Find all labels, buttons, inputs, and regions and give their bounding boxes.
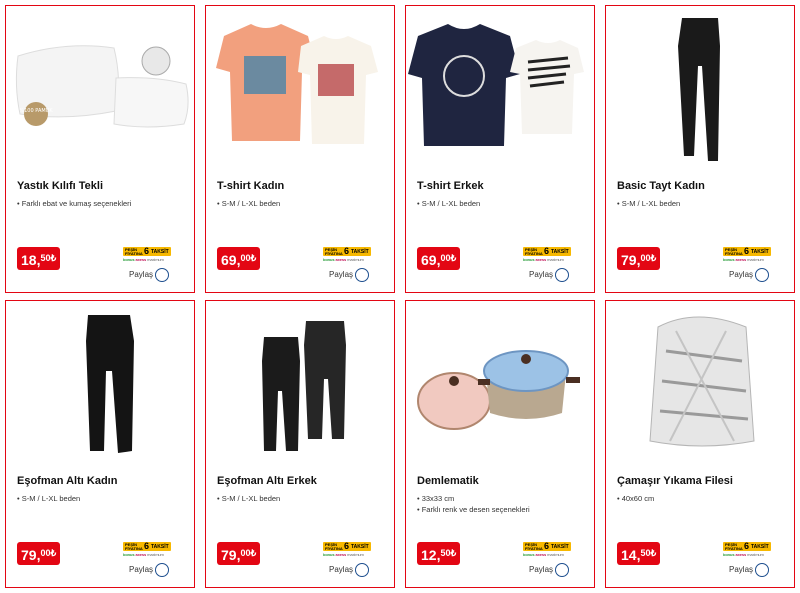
product-card[interactable]: Basic Tayt Kadın S-M / L-XL beden 79,00₺… (605, 5, 795, 293)
product-title[interactable]: T-shirt Erkek (417, 180, 484, 192)
share-circle-icon[interactable] (555, 563, 569, 577)
share-button[interactable]: Paylaş (129, 563, 169, 577)
product-image[interactable] (606, 301, 794, 461)
product-image[interactable] (406, 301, 594, 461)
product-details: 33x33 cm Farklı renk ve desen seçenekler… (417, 493, 530, 515)
product-details: Farklı ebat ve kumaş seçenekleri (17, 198, 132, 209)
product-details: 40x60 cm (617, 493, 655, 504)
share-button[interactable]: Paylaş (329, 268, 369, 282)
product-details: S-M / L-XL beden (217, 198, 281, 209)
product-details: S-M / L-XL beden (417, 198, 481, 209)
share-circle-icon[interactable] (155, 563, 169, 577)
share-circle-icon[interactable] (155, 268, 169, 282)
price-tag: 69,00₺ (417, 247, 460, 270)
product-card[interactable]: Çamaşır Yıkama Filesi 40x60 cm 14,50₺ PE… (605, 300, 795, 588)
product-detail: 33x33 cm (417, 493, 530, 504)
installment-badge: PEŞİN FİYATINA 6 TAKSİT bonus axess maxim… (723, 541, 771, 558)
share-button[interactable]: Paylaş (529, 268, 569, 282)
product-image[interactable] (6, 301, 194, 461)
product-image[interactable]: %100 PAMUK (6, 6, 194, 166)
price-tag: 79,00₺ (17, 542, 60, 565)
installment-badge: PEŞİN FİYATINA 6 TAKSİT bonus axess maxim… (323, 541, 371, 558)
product-detail: S-M / L-XL beden (617, 198, 681, 209)
product-image[interactable] (206, 6, 394, 166)
product-card[interactable]: T-shirt Kadın S-M / L-XL beden 69,00₺ PE… (205, 5, 395, 293)
product-image[interactable] (206, 301, 394, 461)
share-circle-icon[interactable] (355, 563, 369, 577)
installment-badge: PEŞİN FİYATINA 6 TAKSİT bonus axess maxim… (523, 246, 571, 263)
share-circle-icon[interactable] (755, 268, 769, 282)
installment-badge: PEŞİN FİYATINA 6 TAKSİT bonus axess maxim… (723, 246, 771, 263)
product-detail: Farklı renk ve desen seçenekleri (417, 504, 530, 515)
product-detail: S-M / L-XL beden (17, 493, 81, 504)
price-tag: 12,50₺ (417, 542, 460, 565)
product-title[interactable]: T-shirt Kadın (217, 180, 284, 192)
installment-badge: PEŞİN FİYATINA 6 TAKSİT bonus axess maxim… (523, 541, 571, 558)
price-tag: 79,00₺ (617, 247, 660, 270)
price-tag: 18,50₺ (17, 247, 60, 270)
product-detail: S-M / L-XL beden (217, 198, 281, 209)
installment-badge: PEŞİN FİYATINA 6 TAKSİT bonus axess maxim… (123, 541, 171, 558)
share-button[interactable]: Paylaş (729, 563, 769, 577)
price-tag: 79,00₺ (217, 542, 260, 565)
product-details: S-M / L-XL beden (217, 493, 281, 504)
share-button[interactable]: Paylaş (529, 563, 569, 577)
product-details: S-M / L-XL beden (17, 493, 81, 504)
price-tag: 69,00₺ (217, 247, 260, 270)
product-detail: 40x60 cm (617, 493, 655, 504)
product-card[interactable]: Eşofman Altı Erkek S-M / L-XL beden 79,0… (205, 300, 395, 588)
product-title[interactable]: Eşofman Altı Erkek (217, 475, 317, 487)
product-image[interactable] (606, 6, 794, 166)
share-button[interactable]: Paylaş (329, 563, 369, 577)
share-button[interactable]: Paylaş (729, 268, 769, 282)
product-detail: S-M / L-XL beden (417, 198, 481, 209)
share-circle-icon[interactable] (755, 563, 769, 577)
product-title[interactable]: Eşofman Altı Kadın (17, 475, 117, 487)
product-title[interactable]: Yastık Kılıfı Tekli (17, 180, 103, 192)
product-detail: S-M / L-XL beden (217, 493, 281, 504)
product-image[interactable] (406, 6, 594, 166)
product-card[interactable]: Eşofman Altı Kadın S-M / L-XL beden 79,0… (5, 300, 195, 588)
product-title[interactable]: Basic Tayt Kadın (617, 180, 705, 192)
product-card[interactable]: Demlematik 33x33 cm Farklı renk ve desen… (405, 300, 595, 588)
share-circle-icon[interactable] (355, 268, 369, 282)
svg-text:%100 PAMUK: %100 PAMUK (19, 108, 53, 114)
product-card[interactable]: %100 PAMUK Yastık Kılıfı Tekli Farklı eb… (5, 5, 195, 293)
share-button[interactable]: Paylaş (129, 268, 169, 282)
product-title[interactable]: Demlematik (417, 475, 479, 487)
product-details: S-M / L-XL beden (617, 198, 681, 209)
product-title[interactable]: Çamaşır Yıkama Filesi (617, 475, 733, 487)
installment-badge: PEŞİN FİYATINA 6 TAKSİT bonus axess maxim… (123, 246, 171, 263)
product-card[interactable]: T-shirt Erkek S-M / L-XL beden 69,00₺ PE… (405, 5, 595, 293)
product-grid: %100 PAMUK Yastık Kılıfı Tekli Farklı eb… (0, 0, 800, 593)
product-detail: Farklı ebat ve kumaş seçenekleri (17, 198, 132, 209)
installment-badge: PEŞİN FİYATINA 6 TAKSİT bonus axess maxim… (323, 246, 371, 263)
price-tag: 14,50₺ (617, 542, 660, 565)
share-circle-icon[interactable] (555, 268, 569, 282)
